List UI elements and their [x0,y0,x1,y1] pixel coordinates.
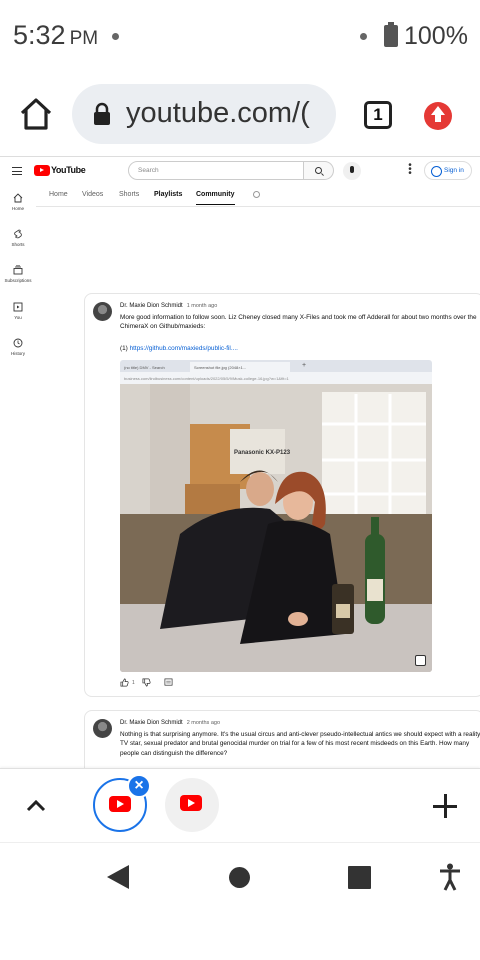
channel-tabs: Home Videos Shorts Playlists Community [36,185,480,207]
search-button[interactable] [304,161,334,180]
update-icon[interactable] [424,102,452,130]
accessibility-icon[interactable] [438,863,462,891]
tab-videos[interactable]: Videos [82,191,103,198]
tab-shorts[interactable]: Shorts [119,191,139,198]
like-count: 1 [132,680,135,686]
post-author[interactable]: Dr. Maxie Dion Schmidt 2 months ago [120,720,220,726]
post-link[interactable]: https://github.com/maxieds/public-fil...… [130,345,238,352]
nav-item-you[interactable]: You [0,302,36,332]
nav-item-history[interactable]: History [0,338,36,368]
clock: 5:32 PM [13,20,99,50]
battery-percent: 100% [404,22,468,50]
comment-icon[interactable] [164,678,173,687]
subscriptions-icon [13,265,23,275]
youtube-header: YouTube Search • • • Sign in [0,157,480,185]
recents-icon[interactable] [348,866,371,889]
nav-item-shorts[interactable]: Shorts [0,229,36,259]
post-author[interactable]: Dr. Maxie Dion Schmidt 1 month ago [120,303,217,309]
tab-strip: × [0,768,480,842]
browser-toolbar: youtube.com/( 1 [0,72,480,156]
home-button-icon[interactable] [229,867,250,888]
sign-in-button[interactable]: Sign in [424,161,472,180]
post-link-line: (1) https://github.com/maxieds/public-fi… [120,345,238,352]
notification-dot-icon [112,33,119,40]
thumbs-down-icon[interactable] [142,678,151,687]
youtube-favicon-icon [180,795,202,811]
expand-image-icon[interactable] [415,655,426,666]
more-vert-icon[interactable]: • • • [406,161,414,179]
chevron-up-icon[interactable] [25,795,47,817]
youtube-logo-text[interactable]: YouTube [51,165,86,175]
microphone-icon[interactable] [343,162,361,180]
close-tab-icon[interactable]: × [127,774,151,798]
post-text: More good information to follow soon. Li… [120,314,477,331]
nav-item-home[interactable]: Home [0,193,36,223]
battery-icon [384,22,398,47]
screenshot-urlbar: business.com/lindbusiness.com/content/up… [120,372,432,384]
youtube-favicon-icon [109,796,131,812]
tab-playlists[interactable]: Playlists [154,191,182,198]
address-bar[interactable]: youtube.com/( [72,84,336,144]
svg-text:Panasonic KX-P123: Panasonic KX-P123 [234,450,291,456]
home-icon[interactable] [18,96,54,132]
post-text: Nothing is that surprising anymore. It's… [120,731,480,757]
system-nav-bar [0,842,480,960]
url-text: youtube.com/( [126,97,310,129]
tab-switcher-button[interactable]: 1 [364,101,392,129]
back-icon[interactable] [107,865,129,889]
lock-icon [94,102,110,125]
post-time: 1 month ago [186,303,218,309]
community-post: Dr. Maxie Dion Schmidt 1 month ago More g… [84,293,480,697]
home-icon [13,193,23,203]
you-icon [13,302,23,312]
new-tab-icon[interactable] [433,794,457,818]
photo: Panasonic KX-P123 [120,384,432,672]
avatar[interactable] [93,302,112,321]
nav-item-subscriptions[interactable]: Subscriptions [0,265,36,295]
signal-dot-icon [360,33,367,40]
shorts-icon [14,229,22,239]
post-time: 2 months ago [186,720,221,726]
youtube-logo-icon[interactable] [34,165,50,176]
post-actions: 1 [120,678,220,690]
community-post: Dr. Maxie Dion Schmidt 2 months ago Nothi… [84,710,480,768]
screenshot-tabbar: (no title) DMV - Search Screenshot file.… [120,360,432,372]
thumbs-up-icon[interactable] [120,678,129,687]
post-image[interactable]: (no title) DMV - Search Screenshot file.… [120,360,432,672]
search-input[interactable]: Search [128,161,304,180]
tab-community[interactable]: Community [196,191,235,205]
history-icon [13,338,23,348]
channel-search-icon[interactable] [253,191,260,198]
avatar[interactable] [93,719,112,738]
tab-home[interactable]: Home [49,191,68,198]
web-page: YouTube Search • • • Sign in Home Shorts S… [0,156,480,768]
search-icon [315,167,322,174]
tab-youtube[interactable] [165,778,219,832]
menu-icon[interactable] [12,167,22,175]
status-bar: 5:32 PM 100% [0,0,480,72]
